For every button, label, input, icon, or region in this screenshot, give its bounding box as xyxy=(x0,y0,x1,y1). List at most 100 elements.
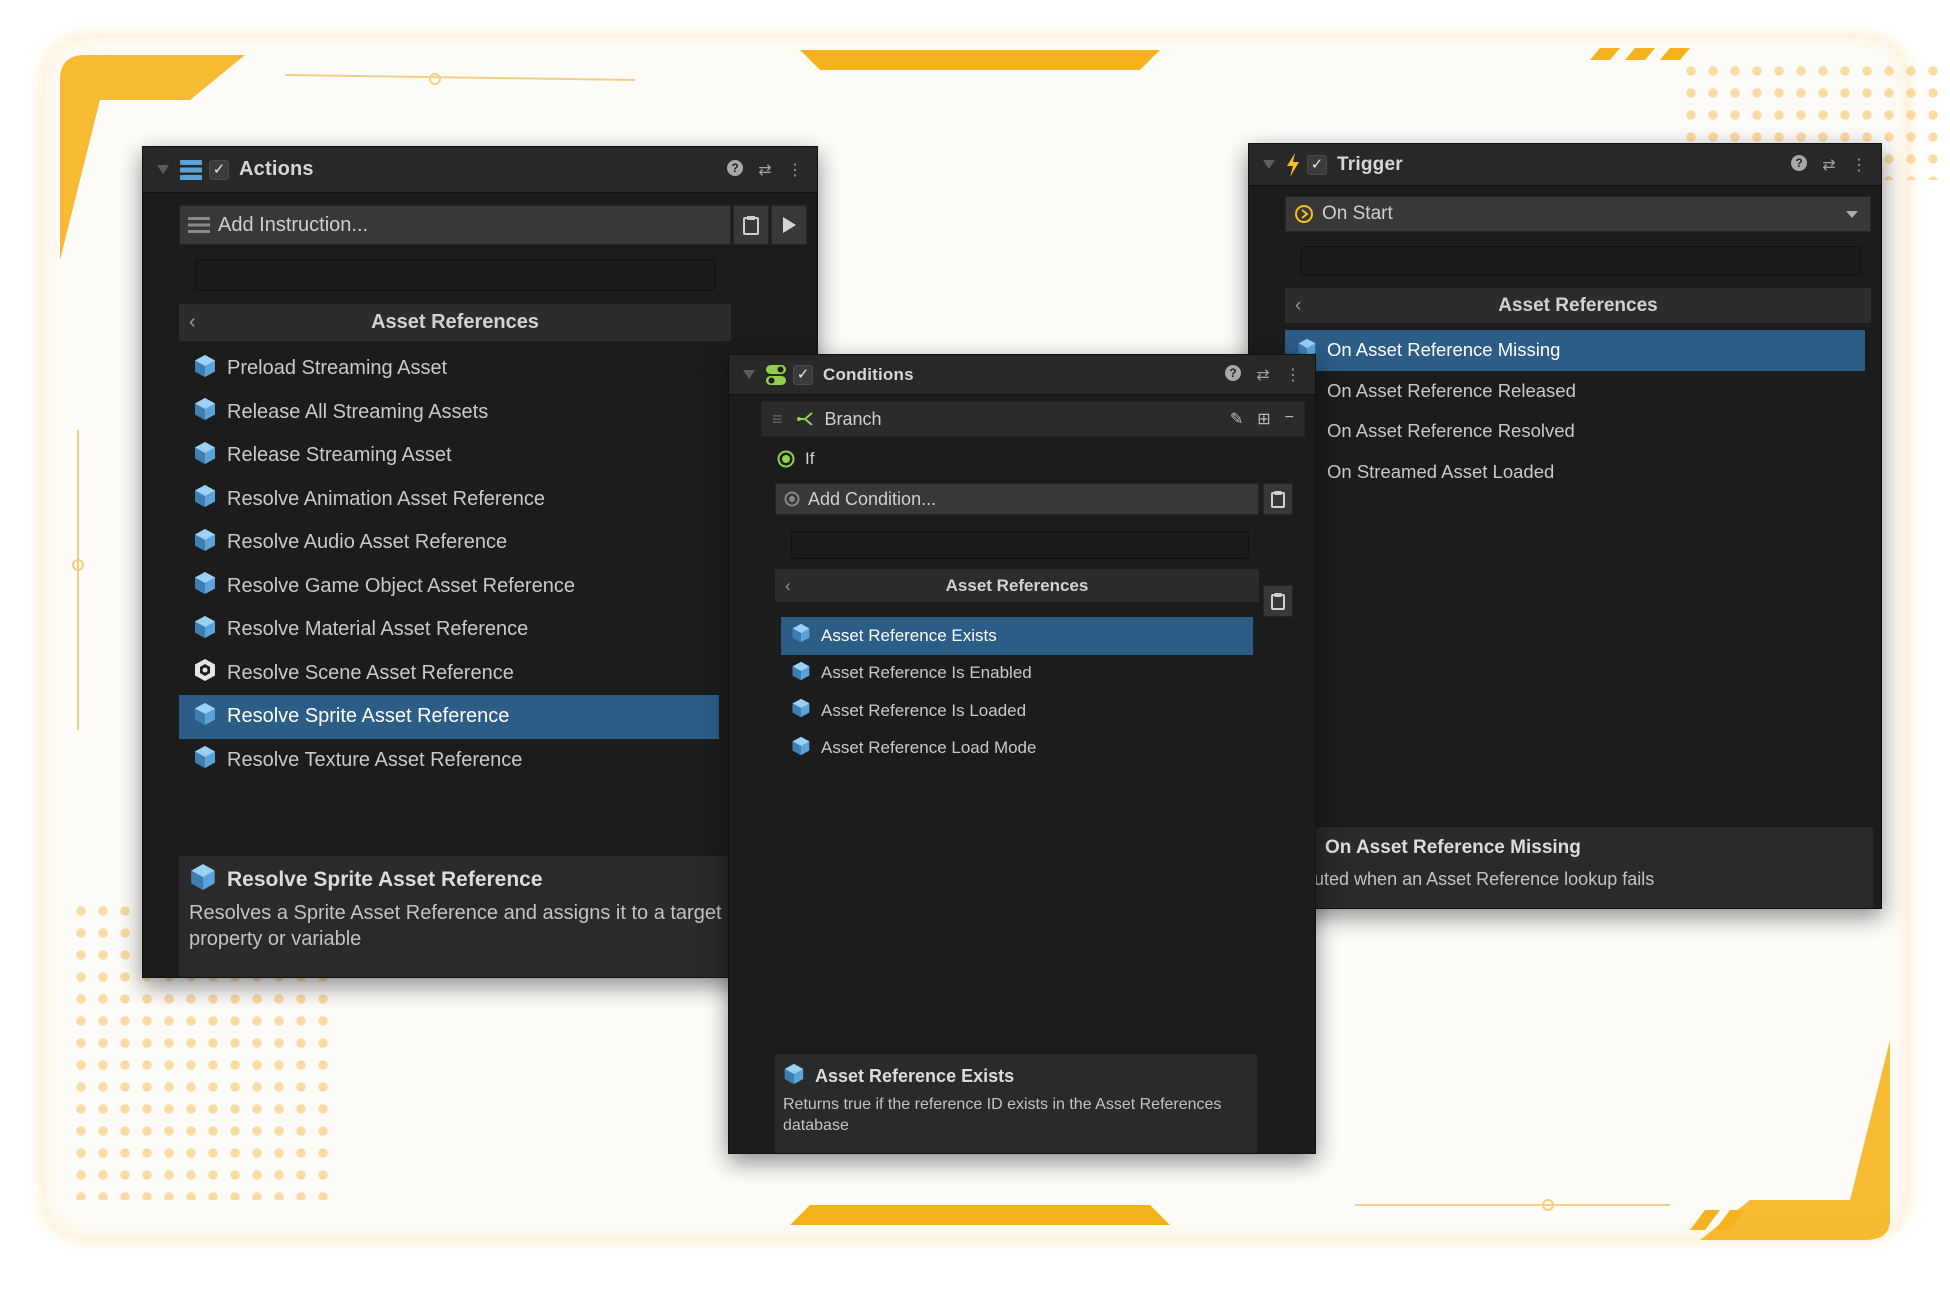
back-chevron-icon[interactable]: ‹ xyxy=(1295,295,1301,317)
enable-checkbox[interactable]: ✓ xyxy=(1307,154,1327,175)
help-icon[interactable]: ? xyxy=(1791,154,1807,171)
list-item[interactable]: Release Streaming Asset xyxy=(179,434,719,478)
list-item[interactable]: On Asset Reference Missing xyxy=(1285,330,1865,371)
list-item[interactable]: Resolve Sprite Asset Reference xyxy=(179,695,719,739)
cube-icon xyxy=(193,571,217,601)
play-icon xyxy=(782,217,796,233)
conditions-header[interactable]: ✓ Conditions ? ⇄ ⋮ xyxy=(729,355,1315,395)
list-item[interactable]: Asset Reference Load Mode xyxy=(781,730,1253,768)
branch-icon xyxy=(796,412,813,426)
help-icon[interactable]: ? xyxy=(727,159,743,176)
if-label: If xyxy=(805,449,815,468)
more-menu-icon[interactable]: ⋮ xyxy=(1851,155,1867,175)
event-dropdown[interactable]: On Start xyxy=(1285,196,1871,232)
list-icon xyxy=(180,159,202,180)
event-value: On Start xyxy=(1322,203,1393,224)
description-footer: Resolve Sprite Asset Reference Resolves … xyxy=(179,855,775,977)
settings-sliders-icon[interactable]: ⇄ xyxy=(1821,155,1837,175)
cube-icon xyxy=(791,661,811,686)
cube-icon xyxy=(193,354,217,384)
cube-icon xyxy=(193,615,217,645)
panel-title: Trigger xyxy=(1337,153,1403,175)
list-item[interactable]: Asset Reference Is Loaded xyxy=(781,692,1253,730)
search-input[interactable] xyxy=(1301,246,1861,276)
radio-on-icon[interactable] xyxy=(777,450,795,468)
list-item-label: Resolve Audio Asset Reference xyxy=(227,531,508,554)
list-item[interactable]: Resolve Material Asset Reference xyxy=(179,608,719,652)
list-item[interactable]: On Asset Reference Released xyxy=(1285,371,1865,412)
list-item[interactable]: Preload Streaming Asset xyxy=(179,347,719,391)
search-input[interactable] xyxy=(791,531,1249,559)
edit-icon[interactable]: ✎ xyxy=(1230,409,1243,429)
list-item[interactable]: Resolve Animation Asset Reference xyxy=(179,478,719,522)
play-button[interactable] xyxy=(771,205,807,245)
settings-sliders-icon[interactable]: ⇄ xyxy=(1255,365,1271,385)
actions-header[interactable]: ✓ Actions ? ⇄ ⋮ xyxy=(143,147,817,193)
clock-circle-icon xyxy=(1295,205,1313,223)
search-input[interactable] xyxy=(195,259,715,291)
list-item[interactable]: Resolve Game Object Asset Reference xyxy=(179,565,719,609)
list-item-label: Preload Streaming Asset xyxy=(227,357,448,380)
collapse-arrow-icon[interactable] xyxy=(157,165,169,174)
list-item[interactable]: On Streamed Asset Loaded xyxy=(1285,452,1865,493)
trigger-header[interactable]: ✓ Trigger ? ⇄ ⋮ xyxy=(1249,144,1881,186)
actions-panel: ✓ Actions ? ⇄ ⋮ Add Instruction... ‹ Ass… xyxy=(142,146,818,978)
add-instruction-label: Add Instruction... xyxy=(218,213,369,236)
settings-sliders-icon[interactable]: ⇄ xyxy=(757,160,773,180)
footer-title: Asset Reference Exists xyxy=(815,1065,1015,1086)
list-item[interactable]: Resolve Scene Asset Reference xyxy=(179,652,719,696)
footer-description: Returns true if the reference ID exists … xyxy=(783,1096,1222,1134)
back-chevron-icon[interactable]: ‹ xyxy=(785,576,791,596)
collapse-arrow-icon[interactable] xyxy=(743,370,755,379)
category-title: Asset References xyxy=(945,575,1089,595)
paste-button-2[interactable] xyxy=(1263,585,1293,617)
list-item-label: Asset Reference Load Mode xyxy=(821,738,1037,758)
cube-icon xyxy=(791,623,811,648)
list-item-label: Resolve Game Object Asset Reference xyxy=(227,574,575,597)
cube-icon xyxy=(193,397,217,427)
remove-icon[interactable]: − xyxy=(1285,409,1294,429)
list-item-label: On Asset Reference Resolved xyxy=(1327,420,1575,442)
list-item[interactable]: Asset Reference Exists xyxy=(781,617,1253,655)
back-chevron-icon[interactable]: ‹ xyxy=(189,311,196,334)
footer-title: On Asset Reference Missing xyxy=(1325,837,1581,858)
enable-checkbox[interactable]: ✓ xyxy=(793,364,813,385)
collapse-arrow-icon[interactable] xyxy=(1263,160,1275,169)
more-menu-icon[interactable]: ⋮ xyxy=(787,160,803,180)
list-item[interactable]: On Asset Reference Resolved xyxy=(1285,411,1865,452)
list-item-label: Asset Reference Is Enabled xyxy=(821,663,1032,683)
add-condition-bar[interactable]: Add Condition... xyxy=(775,483,1259,515)
enable-checkbox[interactable]: ✓ xyxy=(209,159,229,180)
cube-icon xyxy=(193,528,217,558)
paste-button[interactable] xyxy=(733,205,769,245)
duplicate-icon[interactable]: ⊞ xyxy=(1257,409,1270,429)
list-item[interactable]: Resolve Audio Asset Reference xyxy=(179,521,719,565)
category-title: Asset References xyxy=(1498,294,1658,316)
description-footer: Asset Reference Exists Returns true if t… xyxy=(775,1053,1257,1153)
list-item[interactable]: Release All Streaming Assets xyxy=(179,391,719,435)
list-item[interactable]: Resolve Texture Asset Reference xyxy=(179,739,719,783)
conditions-panel: ✓ Conditions ? ⇄ ⋮ ≡ Branch ✎ ⊞ − If Add… xyxy=(728,354,1316,1154)
cube-icon xyxy=(193,441,217,471)
cube-icon xyxy=(189,863,217,897)
cube-icon xyxy=(791,698,811,723)
help-icon[interactable]: ? xyxy=(1225,364,1241,381)
add-instruction-bar[interactable]: Add Instruction... xyxy=(179,205,731,245)
clipboard-icon xyxy=(1271,593,1285,610)
more-menu-icon[interactable]: ⋮ xyxy=(1285,365,1301,385)
drag-handle-icon[interactable]: ≡ xyxy=(772,409,783,430)
list-item-label: Release Streaming Asset xyxy=(227,444,452,467)
list-item[interactable]: Asset Reference Is Enabled xyxy=(781,655,1253,693)
list-item-label: Resolve Scene Asset Reference xyxy=(227,661,514,684)
triggers-list: On Asset Reference Missing On Asset Refer… xyxy=(1285,330,1865,492)
list-item-label: Resolve Animation Asset Reference xyxy=(227,487,545,510)
add-condition-label: Add Condition... xyxy=(808,488,937,509)
paste-button[interactable] xyxy=(1263,483,1293,515)
clipboard-icon xyxy=(1271,491,1285,508)
branch-row[interactable]: ≡ Branch ✎ ⊞ − xyxy=(761,401,1305,437)
category-header: ‹ Asset References xyxy=(1285,288,1871,324)
footer-description: Resolves a Sprite Asset Reference and as… xyxy=(189,902,722,950)
list-item-label: Release All Streaming Assets xyxy=(227,400,489,423)
category-title: Asset References xyxy=(371,311,539,333)
footer-title: Resolve Sprite Asset Reference xyxy=(227,868,543,891)
